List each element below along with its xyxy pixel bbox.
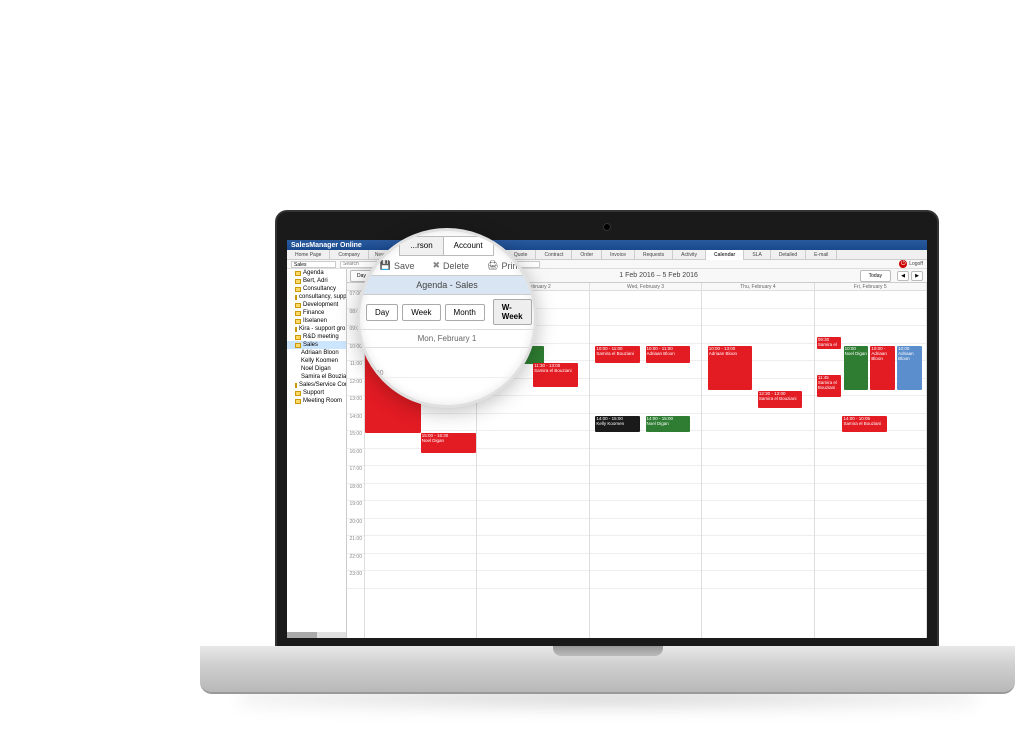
folder-icon (295, 383, 297, 388)
nav-activity[interactable]: Activity (673, 250, 706, 260)
folder-icon (295, 399, 301, 404)
time-slot: 22:00 (347, 554, 364, 572)
nav-order[interactable]: Order (572, 250, 602, 260)
mag-view-month[interactable]: Month (445, 304, 485, 321)
folder-icon (295, 295, 297, 300)
nav-sla[interactable]: SLA (744, 250, 770, 260)
tree-bert[interactable]: Bert, Adri (287, 277, 346, 285)
calendar-event[interactable]: 09:30Samira el (817, 337, 842, 349)
mag-tab-account[interactable]: Account (443, 236, 494, 256)
tree-agenda[interactable]: Agenda (287, 269, 346, 277)
tree-kelly[interactable]: Kelly Koomen (287, 357, 346, 365)
today-button[interactable]: Today (860, 270, 891, 282)
mag-header: Agenda - Sales (360, 275, 534, 295)
folder-icon (295, 303, 301, 308)
next-arrow[interactable]: ▶ (911, 271, 923, 281)
folder-icon (295, 343, 301, 348)
tree-ilselanen[interactable]: Ilselanen (287, 317, 346, 325)
nav-detailed[interactable]: Detailed (771, 250, 806, 260)
sidebar-tree: Agenda Bert, Adri Consultancy consultanc… (287, 269, 347, 638)
scrollbar-horizontal[interactable] (287, 632, 346, 638)
time-slot: 19:00 (347, 501, 364, 519)
scrollbar-thumb[interactable] (287, 632, 317, 638)
nav-invoice[interactable]: Invoice (602, 250, 635, 260)
mag-view-wweek[interactable]: W-Week (493, 299, 532, 325)
calendar-event[interactable]: 12:30 - 13:00Samira el Bouziani (758, 391, 803, 408)
time-slot: 20:00 (347, 519, 364, 537)
calendar-event[interactable]: 14:00 - 15:00Noel Digan (646, 416, 691, 432)
tree-consultancy[interactable]: Consultancy (287, 285, 346, 293)
folder-icon (295, 319, 301, 324)
folder-icon (295, 335, 301, 340)
day-column[interactable]: Wed, February 3 10:00 - 11:00Samira el Bo… (590, 283, 702, 638)
time-slot: 16:00 (347, 449, 364, 467)
tree-sales[interactable]: Sales (287, 341, 346, 349)
mag-delete[interactable]: ✖Delete (426, 258, 475, 273)
calendar-event[interactable]: 10:00 - 11:00Samira el Bouziani (595, 346, 640, 363)
tree-meeting-room[interactable]: Meeting Room (287, 397, 346, 405)
nav-home[interactable]: Home Page (287, 250, 330, 260)
mag-save[interactable]: 💾Save (374, 258, 421, 273)
calendar-event[interactable]: 11:30 - 13:00Samira el Bouziani (533, 363, 578, 387)
calendar-event[interactable]: 14:00 - 15:00Kelly Koomen (595, 416, 640, 432)
calendar-event[interactable]: 10:00 - 13:00Adriaan Bloon (708, 346, 753, 390)
folder-icon (295, 391, 301, 396)
folder-icon (295, 279, 301, 284)
calendar-event[interactable]: 10:00Noel Digan (844, 346, 869, 390)
logoff-icon: ⏻ (899, 260, 907, 268)
laptop-notch (553, 646, 663, 656)
mag-view-week[interactable]: Week (402, 304, 440, 321)
prev-arrow[interactable]: ◀ (897, 271, 909, 281)
magnifier-overlay: ...rson Account 💾Save ✖Delete 🖨Print Age… (357, 228, 537, 408)
tree-finance[interactable]: Finance (287, 309, 346, 317)
nav-email[interactable]: E-mail (806, 250, 837, 260)
tree-samira[interactable]: Samira el Bouziani (287, 373, 346, 381)
time-slot: 14:00 (347, 414, 364, 432)
mag-tab-person[interactable]: ...rson (399, 236, 443, 256)
time-slot: 23:00 (347, 571, 364, 589)
nav-calendar[interactable]: Calendar (706, 250, 744, 260)
mag-time-0600: 06:00 (366, 370, 384, 377)
tree-rd-meeting[interactable]: R&D meeting (287, 333, 346, 341)
tree-support[interactable]: Support (287, 389, 346, 397)
calendar-event[interactable]: 10:00 - 11:00Adriaan Bloon (646, 346, 691, 363)
nav-contract[interactable]: Contract (536, 250, 572, 260)
day-header: Wed, February 3 (590, 283, 701, 291)
folder-icon (295, 271, 301, 276)
tree-adriaan[interactable]: Adriaan Bloon (287, 349, 346, 357)
folder-icon (295, 287, 301, 292)
time-slot: 17:00 (347, 466, 364, 484)
nav-requests[interactable]: Requests (635, 250, 673, 260)
tree-noel[interactable]: Noel Digan (287, 365, 346, 373)
folder-icon (295, 327, 297, 332)
scope-dropdown[interactable]: Sales (291, 261, 336, 268)
calendar-event[interactable]: 15:00 - 16:30Noel Digan (421, 433, 477, 453)
app-title: SalesManager Online (291, 242, 362, 249)
calendar-event[interactable]: 10:00Adriaan Bloon (897, 346, 922, 390)
mag-day-label: Mon, February 1 (360, 329, 534, 348)
webcam-icon (604, 224, 610, 230)
tree-development[interactable]: Development (287, 301, 346, 309)
mag-view-day[interactable]: Day (366, 304, 398, 321)
folder-icon (295, 311, 301, 316)
day-header: Thu, February 4 (702, 283, 813, 291)
logoff-button[interactable]: ⏻ Logoff (899, 260, 923, 268)
calendar-event[interactable]: 10:00 -Adriaan Bloon (870, 346, 895, 390)
day-column[interactable]: Thu, February 4 10:00 - 13:00Adriaan Bloo… (702, 283, 814, 638)
calendar-event[interactable]: 14:00 - 10:05Samira el Bouziani (842, 416, 887, 432)
tree-sales-service[interactable]: Sales/Service Consulta (287, 381, 346, 389)
tree-consultancy-support[interactable]: consultancy, support (287, 293, 346, 301)
tree-kira[interactable]: Kira - support gro (287, 325, 346, 333)
time-slot: 18:00 (347, 484, 364, 502)
day-header: Fri, February 5 (815, 283, 926, 291)
time-slot: 15:00 (347, 431, 364, 449)
day-column[interactable]: Fri, February 5 09:30Samira el10:00Noel D… (815, 283, 927, 638)
time-slot: 21:00 (347, 536, 364, 554)
mag-print[interactable]: 🖨Print (481, 258, 526, 273)
calendar-event[interactable]: 11:45Samira el Bouziani (817, 375, 842, 397)
